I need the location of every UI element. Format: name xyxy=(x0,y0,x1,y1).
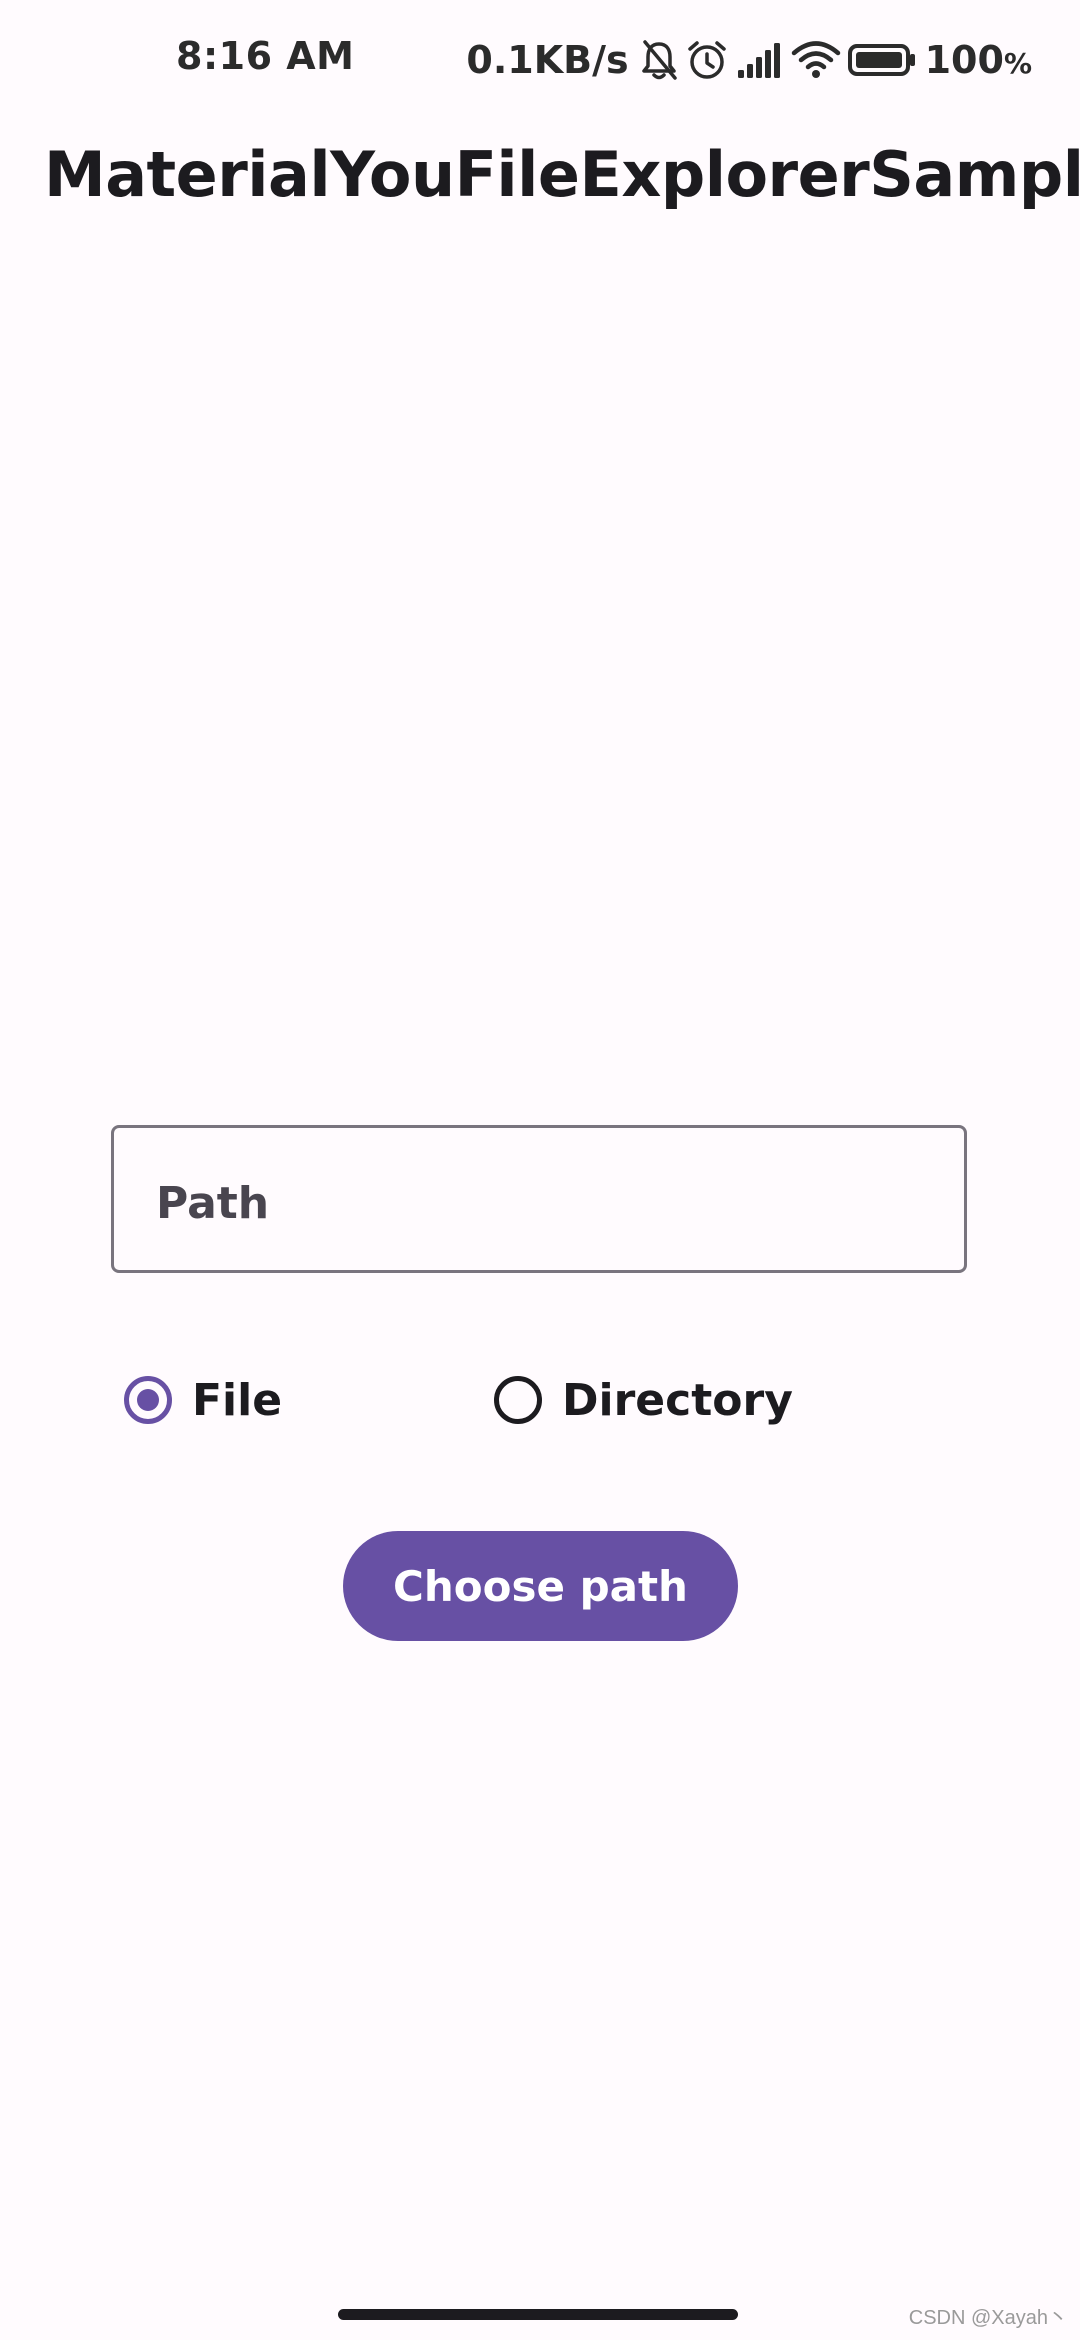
path-input-placeholder: Path xyxy=(156,1178,270,1229)
network-speed: 0.1KB/s xyxy=(466,38,629,82)
status-icons: 0.1KB/s 100% xyxy=(466,30,1032,90)
wifi-icon xyxy=(791,40,841,80)
radio-directory[interactable]: Directory xyxy=(494,1366,793,1434)
status-bar: 8:16 AM 0.1KB/s 100% xyxy=(0,0,1080,120)
path-input[interactable]: Path xyxy=(111,1125,967,1273)
radio-file[interactable]: File xyxy=(124,1366,282,1434)
app-title: MaterialYouFileExplorerSample xyxy=(44,138,1080,211)
home-indicator[interactable] xyxy=(338,2309,738,2320)
radio-file-indicator[interactable] xyxy=(124,1376,172,1424)
battery-level: 100% xyxy=(924,38,1032,82)
bell-off-icon xyxy=(639,38,679,82)
watermark: CSDN @Xayah丶 xyxy=(908,2307,1068,2329)
radio-file-label: File xyxy=(192,1374,283,1426)
alarm-icon xyxy=(685,38,729,82)
radio-directory-indicator[interactable] xyxy=(494,1376,542,1424)
radio-directory-label: Directory xyxy=(562,1374,793,1426)
signal-icon xyxy=(735,40,785,80)
status-time: 8:16 AM xyxy=(176,34,355,78)
choose-path-button[interactable]: Choose path xyxy=(343,1531,738,1641)
battery-icon xyxy=(847,40,917,80)
